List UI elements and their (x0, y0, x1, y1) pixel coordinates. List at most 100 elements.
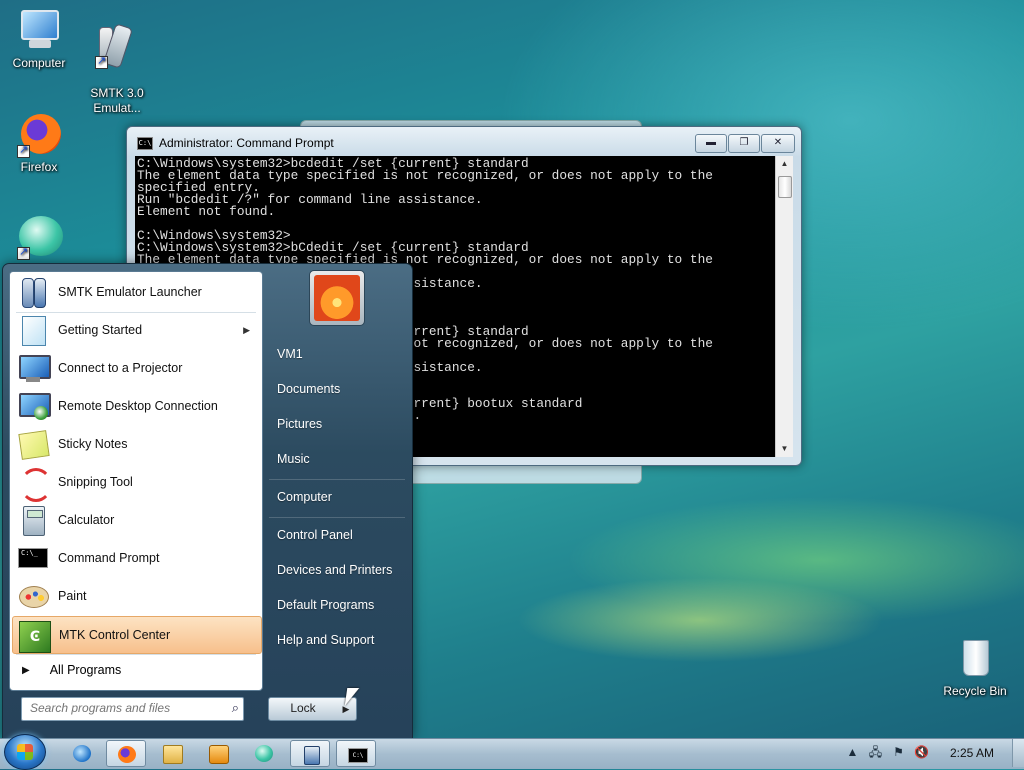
window-title-bar[interactable]: C:\ Administrator: Command Prompt (137, 134, 334, 152)
window-title: Administrator: Command Prompt (159, 136, 334, 150)
remote-desktop-icon (16, 390, 51, 422)
submenu-arrow-icon: ▶ (243, 324, 250, 335)
start-item-help-and-support[interactable]: Help and Support (269, 625, 417, 655)
paint-icon (16, 580, 50, 612)
app-orb-icon (255, 745, 273, 762)
programs-pane: SMTK Emulator Launcher Getting Started ▶… (9, 271, 263, 691)
sticky-notes-icon (16, 428, 50, 460)
start-item-user[interactable]: VM1 (269, 339, 417, 369)
desktop-icon-label: Computer (12, 56, 66, 70)
action-center-flag-icon[interactable]: ⚑ (891, 745, 906, 760)
desktop-icon-label: SMTK 3.0 Emulat... (90, 86, 144, 115)
taskbar-explorer[interactable] (152, 740, 192, 767)
taskbar-media-player[interactable] (198, 740, 238, 767)
desktop-icon-recycle-bin[interactable]: Recycle Bin (936, 636, 1014, 699)
smtk-icon (304, 746, 320, 765)
start-menu: SMTK Emulator Launcher Getting Started ▶… (2, 263, 413, 739)
program-smtk-emulator-launcher[interactable]: SMTK Emulator Launcher (12, 274, 260, 310)
command-prompt-icon: C:\ (137, 136, 153, 150)
desktop-icon-label: Recycle Bin (943, 684, 1007, 698)
minimize-button[interactable]: ▬ (695, 134, 727, 153)
projector-icon (16, 352, 51, 384)
mtk-icon: Ͼ (17, 619, 51, 653)
all-programs-label: All Programs (49, 663, 122, 677)
desktop-icon-smtk[interactable]: SMTK 3.0 Emulat... (78, 8, 156, 131)
desktop-icon-partial[interactable] (0, 214, 78, 262)
all-programs-button[interactable]: ▶ All Programs (12, 656, 260, 684)
program-connect-to-projector[interactable]: Connect to a Projector (12, 350, 260, 386)
taskbar-internet-explorer[interactable] (62, 740, 102, 767)
firefox-icon (118, 746, 136, 763)
taskbar-firefox[interactable] (106, 740, 146, 767)
command-prompt-icon: C:\_ (16, 542, 50, 574)
program-label: SMTK Emulator Launcher (58, 285, 202, 299)
volume-muted-icon[interactable]: 🔇 (914, 745, 929, 760)
firefox-icon (15, 112, 63, 158)
user-avatar[interactable] (309, 270, 365, 326)
maximize-button[interactable]: ❐ (728, 134, 760, 153)
vertical-scrollbar[interactable]: ▲ ▼ (775, 156, 793, 457)
getting-started-icon (16, 314, 50, 346)
program-label: Sticky Notes (58, 437, 128, 451)
app-orb-icon (15, 214, 63, 260)
program-label: Command Prompt (58, 551, 160, 565)
start-item-music[interactable]: Music (269, 444, 417, 474)
program-calculator[interactable]: Calculator (12, 502, 260, 538)
flower-picture-icon (314, 275, 360, 321)
program-label: Calculator (58, 513, 115, 527)
start-item-computer[interactable]: Computer (269, 482, 417, 512)
separator (16, 654, 256, 655)
program-label: Getting Started (58, 323, 143, 337)
program-remote-desktop[interactable]: Remote Desktop Connection (12, 388, 260, 424)
folder-icon (163, 745, 183, 764)
start-item-control-panel[interactable]: Control Panel (269, 520, 417, 550)
start-item-devices-and-printers[interactable]: Devices and Printers (269, 555, 417, 585)
program-label: Snipping Tool (58, 475, 133, 489)
program-label: Paint (58, 589, 87, 603)
computer-icon (15, 8, 63, 54)
separator (269, 517, 405, 518)
start-button[interactable] (4, 734, 46, 770)
start-item-pictures[interactable]: Pictures (269, 409, 417, 439)
clock[interactable]: 2:25 AM (944, 738, 1000, 768)
program-mtk-control-center[interactable]: Ͼ MTK Control Center (12, 616, 262, 654)
scroll-down-icon[interactable]: ▼ (776, 441, 793, 457)
command-prompt-icon: C:\ (348, 748, 368, 763)
recycle-bin-icon (951, 636, 999, 682)
start-item-default-programs[interactable]: Default Programs (269, 590, 417, 620)
program-paint[interactable]: Paint (12, 578, 260, 614)
network-icon[interactable]: 🖧 (868, 745, 883, 760)
windows-logo-icon (17, 744, 33, 760)
start-item-documents[interactable]: Documents (269, 374, 417, 404)
snipping-tool-icon (16, 466, 52, 502)
desktop-icon-label: Firefox (20, 160, 58, 174)
show-desktop-button[interactable] (1012, 739, 1024, 767)
taskbar-app-orb[interactable] (244, 740, 284, 767)
search-box[interactable]: ⌕ (21, 697, 244, 721)
search-icon[interactable]: ⌕ (232, 700, 239, 716)
internet-explorer-icon (73, 745, 91, 762)
calculator-icon (16, 504, 50, 536)
media-player-icon (209, 745, 229, 764)
program-label: MTK Control Center (59, 628, 171, 642)
desktop-icon-firefox[interactable]: Firefox (0, 112, 78, 175)
close-button[interactable]: ✕ (761, 134, 795, 153)
scroll-thumb[interactable] (778, 176, 792, 198)
taskbar-smtk[interactable] (290, 740, 330, 767)
smtk-icon (93, 23, 141, 69)
scroll-up-icon[interactable]: ▲ (776, 156, 793, 172)
smtk-icon (16, 276, 50, 308)
separator (269, 479, 405, 480)
triangle-right-icon: ▶ (22, 664, 30, 676)
mouse-cursor-icon (344, 688, 360, 706)
show-hidden-icons-icon[interactable]: ▲ (845, 745, 860, 760)
program-command-prompt[interactable]: C:\_ Command Prompt (12, 540, 260, 576)
taskbar-command-prompt[interactable]: C:\ (336, 740, 376, 767)
program-getting-started[interactable]: Getting Started ▶ (12, 312, 260, 348)
program-label: Remote Desktop Connection (58, 399, 218, 413)
desktop-icon-computer[interactable]: Computer (0, 8, 78, 71)
search-input[interactable] (22, 698, 225, 718)
program-snipping-tool[interactable]: Snipping Tool (12, 464, 260, 502)
program-sticky-notes[interactable]: Sticky Notes (12, 426, 260, 462)
lock-button[interactable]: Lock (268, 697, 338, 721)
